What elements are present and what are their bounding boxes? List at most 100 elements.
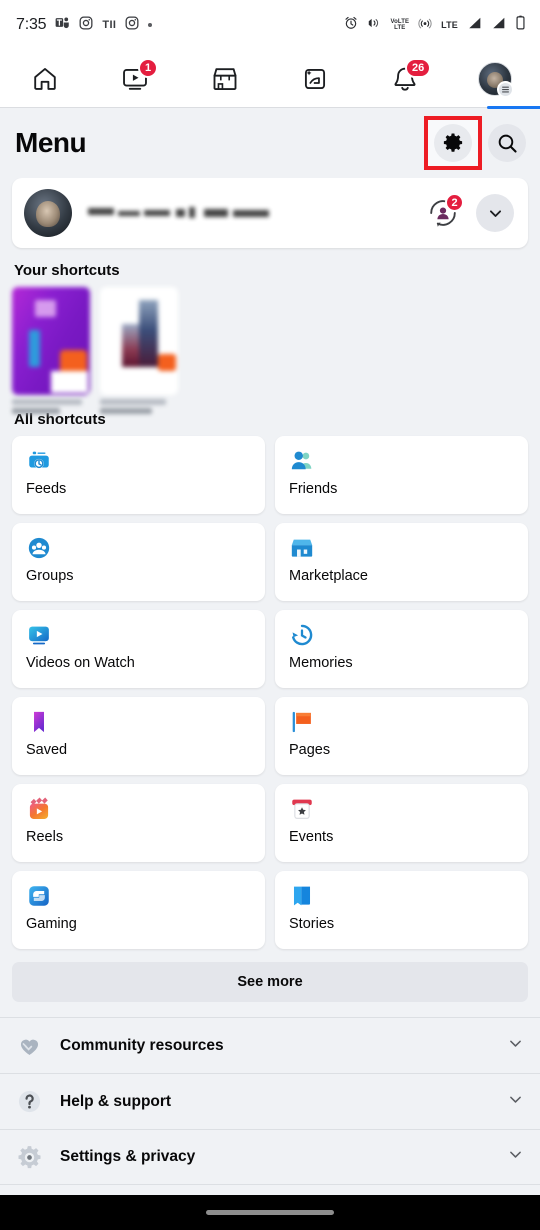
search-icon xyxy=(498,134,517,153)
profile-avatar-icon xyxy=(478,61,514,98)
hamburger-menu-badge-icon xyxy=(497,80,514,98)
accordion-row-help-support[interactable]: Help & support xyxy=(0,1073,540,1129)
shortcut-tile-marketplace[interactable]: Marketplace xyxy=(275,523,528,601)
accordion-row-community-resources[interactable]: Community resources xyxy=(0,1017,540,1073)
accordion-label: Community resources xyxy=(60,1036,224,1054)
profile-expand-button[interactable] xyxy=(476,194,514,232)
shortcut-thumbnail-1[interactable] xyxy=(12,287,90,395)
status-bar-left: 7:35 TII xyxy=(16,15,153,35)
status-time: 7:35 xyxy=(16,16,47,33)
shortcut-tile-label: Videos on Watch xyxy=(26,655,135,671)
shortcut-tile-label: Groups xyxy=(26,568,74,584)
see-more-button[interactable]: See more xyxy=(12,962,528,1002)
home-tab[interactable] xyxy=(0,50,90,108)
profile-name-redacted xyxy=(88,206,424,220)
profile-card[interactable]: 2 xyxy=(12,178,528,248)
your-shortcuts-heading: Your shortcuts xyxy=(14,262,120,279)
gear-icon xyxy=(443,133,463,152)
shortcut-label-2 xyxy=(100,399,178,414)
gaming-icon xyxy=(29,886,49,906)
home-icon xyxy=(34,67,56,90)
settings-button[interactable] xyxy=(434,124,472,162)
header-actions xyxy=(424,116,526,170)
pages-flag-icon xyxy=(292,711,311,733)
video-tab[interactable]: 1 xyxy=(90,50,180,108)
shortcut-tile-friends[interactable]: Friends xyxy=(275,436,528,514)
notifications-tab-badge: 26 xyxy=(405,57,432,78)
notifications-tab[interactable]: 26 xyxy=(360,50,450,108)
marketplace-tab[interactable] xyxy=(180,50,270,108)
shortcut-label-1 xyxy=(12,399,90,414)
shortcut-tile-videos-on-watch[interactable]: Videos on Watch xyxy=(12,610,265,688)
shortcut-tile-label: Pages xyxy=(289,742,331,758)
signal-bars-1-icon xyxy=(467,16,482,35)
shortcut-tile-reels[interactable]: Reels xyxy=(12,784,265,862)
system-gesture-bar xyxy=(0,1195,540,1230)
menu-accordion: Community resources Help & support Setti… xyxy=(0,1017,540,1185)
shortcut-tile-label: Memories xyxy=(289,655,353,671)
alarm-icon xyxy=(344,16,358,35)
shortcut-tile-gaming[interactable]: Gaming xyxy=(12,871,265,949)
shortcut-tile-label: Events xyxy=(289,829,334,845)
page-title: Menu xyxy=(15,127,87,158)
status-bar: 7:35 TII VoLTE LTE LTE xyxy=(0,0,540,50)
groups-icon xyxy=(304,68,326,89)
shortcut-tile-stories[interactable]: Stories xyxy=(275,871,528,949)
menu-profile-tab[interactable] xyxy=(450,50,540,109)
shortcut-tile-label: Marketplace xyxy=(289,568,368,584)
groups-tab[interactable] xyxy=(270,50,360,108)
question-mark-icon xyxy=(14,1087,44,1117)
menu-header: Menu xyxy=(0,108,540,178)
switch-account-badge: 2 xyxy=(445,193,464,212)
all-shortcuts-grid: Feeds Friends Groups Marketplace Videos … xyxy=(0,436,540,949)
memories-clock-icon xyxy=(292,624,313,646)
shortcut-tile-groups[interactable]: Groups xyxy=(12,523,265,601)
heart-hands-icon xyxy=(14,1031,44,1061)
video-tab-badge: 1 xyxy=(138,57,159,78)
shortcut-tile-label: Saved xyxy=(26,742,68,758)
avatar xyxy=(24,189,72,237)
accordion-row-settings-privacy[interactable]: Settings & privacy xyxy=(0,1129,540,1185)
chevron-down-icon xyxy=(489,209,501,217)
shortcut-tile-label: Gaming xyxy=(26,916,77,932)
status-bar-right: VoLTE LTE LTE xyxy=(344,15,526,35)
home-gesture-pill[interactable] xyxy=(206,1210,334,1215)
settings-button-annotated xyxy=(424,116,482,170)
search-button[interactable] xyxy=(488,124,526,162)
your-shortcuts-row xyxy=(0,287,540,414)
tii-icon: TII xyxy=(102,19,117,31)
shortcut-tile-memories[interactable]: Memories xyxy=(275,610,528,688)
marketplace-icon xyxy=(291,539,313,557)
accordion-label: Settings & privacy xyxy=(60,1148,196,1165)
shortcut-tile-events[interactable]: Events xyxy=(275,784,528,862)
facebook-menu-screen: 7:35 TII VoLTE LTE LTE 1 26 Menu 2 Your … xyxy=(0,0,540,1230)
chevron-down-icon xyxy=(507,1091,524,1113)
shortcut-tile-pages[interactable]: Pages xyxy=(275,697,528,775)
chevron-down-icon xyxy=(507,1035,524,1057)
teams-icon xyxy=(55,15,70,35)
shortcut-tile-saved[interactable]: Saved xyxy=(12,697,265,775)
active-tab-indicator xyxy=(486,105,540,109)
battery-icon xyxy=(515,15,526,35)
shortcut-item[interactable] xyxy=(12,287,90,414)
friends-icon xyxy=(291,451,312,470)
switch-account-button[interactable]: 2 xyxy=(424,193,464,232)
menu-content: 2 Your shortcuts All shortcuts Feeds Fri… xyxy=(0,178,540,1195)
groups-icon xyxy=(28,537,50,559)
instagram-icon xyxy=(79,16,93,35)
chevron-down-icon xyxy=(507,1146,524,1168)
vibrate-icon xyxy=(367,16,381,35)
marketplace-storefront-icon xyxy=(213,67,237,90)
dot-indicator xyxy=(148,23,153,27)
instagram-icon-2 xyxy=(125,16,139,35)
gear-icon xyxy=(14,1142,44,1172)
reels-icon xyxy=(29,797,49,819)
accordion-label: Help & support xyxy=(60,1092,172,1110)
saved-bookmark-icon xyxy=(34,711,44,733)
videos-on-watch-icon xyxy=(29,626,49,645)
shortcut-thumbnail-2[interactable] xyxy=(100,287,178,395)
shortcut-tile-label: Friends xyxy=(289,481,338,497)
shortcut-item[interactable] xyxy=(100,287,178,414)
shortcut-tile-feeds[interactable]: Feeds xyxy=(12,436,265,514)
stories-book-icon xyxy=(293,886,311,906)
